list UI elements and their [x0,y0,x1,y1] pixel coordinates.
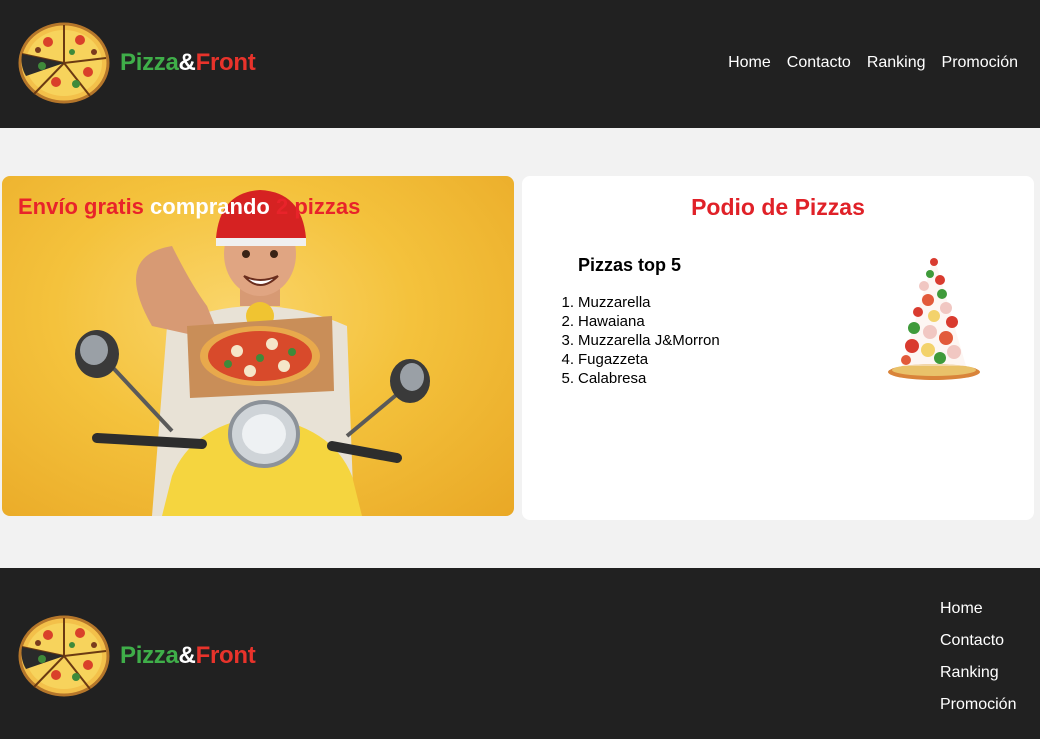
brand-part-front: Front [195,642,256,669]
pizza-logo-icon [18,22,110,104]
brand-name: Pizza&Front [120,49,256,77]
podium-title: Podio de Pizzas [691,194,865,220]
footer-link-ranking[interactable]: Ranking [940,663,1016,695]
top5-title: Pizzas top 5 [578,255,682,275]
list-item: Fugazzeta [560,350,649,369]
site-header: Pizza&Front Home Contacto Ranking Promoc… [0,0,1040,128]
nav-link-promocion[interactable]: Promoción [942,54,1018,72]
brand-part-ampersand: & [178,49,196,76]
nav-link-home[interactable]: Home [728,54,771,72]
list-item: Calabresa [560,369,647,388]
footer-link-home[interactable]: Home [940,599,1016,631]
list-item: Muzzarella [560,293,651,312]
pizza-ingredients-image [888,256,980,380]
header-nav: Home Contacto Ranking Promoción [728,54,1018,72]
promo-card[interactable]: Envío gratis comprando 2 pizzas [2,176,514,516]
nav-link-ranking[interactable]: Ranking [867,54,926,72]
podium-card: Podio de Pizzas Pizzas top 5 Muzzarella … [522,176,1034,520]
list-item: Hawaiana [560,312,645,331]
delivery-man-scooter-image [75,190,430,516]
list-item: Muzzarella J&Morron [560,331,720,350]
brand-part-pizza: Pizza [120,642,179,669]
header-logo[interactable]: Pizza&Front [18,22,256,104]
brand-part-ampersand: & [178,642,196,669]
brand-part-front: Front [195,49,256,76]
footer-link-promocion[interactable]: Promoción [940,695,1016,727]
footer-logo[interactable]: Pizza&Front [18,615,256,697]
promo-title: Envío gratis comprando 2 pizzas [18,194,360,220]
nav-link-contacto[interactable]: Contacto [787,54,851,72]
brand-part-pizza: Pizza [120,49,179,76]
top5-list: Muzzarella Hawaiana Muzzarella J&Morron … [560,293,720,388]
promo-title-part-1: Envío gratis [18,194,144,219]
promo-title-part-2: comprando [150,194,270,219]
footer-nav: Home Contacto Ranking Promoción [940,599,1016,727]
promo-title-part-3: 2 pizzas [275,194,361,219]
footer-link-contacto[interactable]: Contacto [940,631,1016,663]
brand-name: Pizza&Front [120,642,256,670]
pizza-logo-icon [18,615,110,697]
